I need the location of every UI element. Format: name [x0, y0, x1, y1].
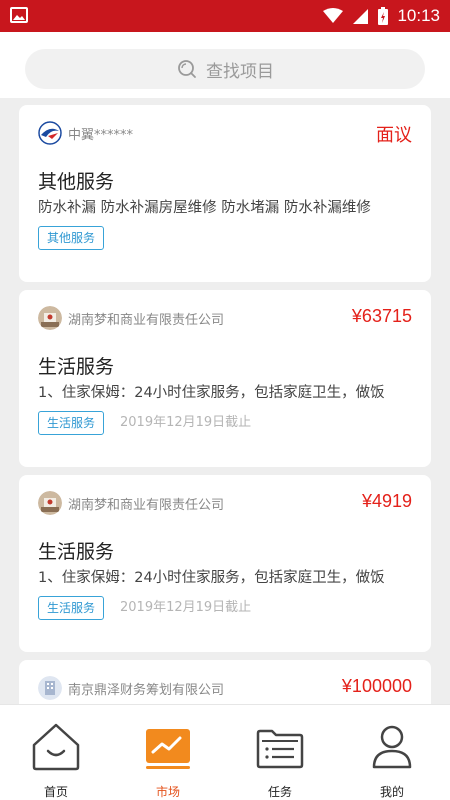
project-description: 1、住家保姆：24小时住家服务，包括家庭卫生，做饭: [38, 570, 385, 586]
project-card[interactable]: 湖南梦和商业有限责任公司 ¥4919 生活服务 1、住家保姆：24小时住家服务，…: [19, 475, 431, 652]
tab-label: 市场: [155, 785, 180, 799]
price: 面议: [376, 125, 412, 145]
project-card[interactable]: 湖南梦和商业有限责任公司 ¥63715 生活服务 1、住家保姆：24小时住家服务…: [19, 290, 431, 467]
company-name: 中翼******: [68, 127, 134, 143]
company-logo-icon: [38, 121, 62, 145]
tab-home[interactable]: 首页: [0, 705, 112, 800]
home-icon: [32, 723, 80, 771]
tab-label: 任务: [267, 785, 292, 799]
company-avatar-icon: [38, 306, 62, 330]
search-bar-area: 查找项目: [0, 32, 450, 98]
profile-icon: [372, 725, 412, 769]
signal-icon: [353, 9, 369, 24]
category-tag: 其他服务: [38, 226, 105, 250]
company-name: 南京鼎泽财务筹划有限公司: [68, 682, 225, 698]
project-card[interactable]: 中翼****** 面议 其他服务 防水补漏 防水补漏房屋维修 防水堵漏 防水补漏…: [19, 105, 431, 282]
search-input[interactable]: 查找项目: [25, 49, 425, 89]
market-chart-icon: [146, 729, 190, 769]
project-title: 生活服务: [38, 541, 115, 563]
category-tag: 生活服务: [38, 596, 105, 620]
company-name: 湖南梦和商业有限责任公司: [68, 312, 225, 328]
project-title: 其他服务: [38, 171, 115, 193]
search-icon: [178, 60, 196, 78]
search-placeholder: 查找项目: [206, 61, 274, 82]
tab-mine[interactable]: 我的: [336, 705, 448, 800]
price: ¥100000: [341, 676, 412, 696]
tab-market[interactable]: 市场: [112, 705, 224, 800]
battery-icon: [378, 7, 389, 25]
project-description: 防水补漏 防水补漏房屋维修 防水堵漏 防水补漏维修: [38, 200, 371, 216]
task-folder-icon: [256, 729, 304, 769]
clock: 10:13: [397, 6, 440, 25]
bottom-tab-bar: 首页 市场 任务 我的: [0, 704, 450, 800]
gallery-notification-icon: [10, 7, 28, 23]
status-bar: 10:13: [0, 0, 450, 32]
deadline: 2019年12月19日截止: [120, 600, 252, 615]
project-title: 生活服务: [38, 356, 115, 378]
project-description: 1、住家保姆：24小时住家服务，包括家庭卫生，做饭: [38, 385, 385, 401]
price: ¥63715: [351, 306, 412, 326]
tab-label: 我的: [379, 785, 404, 799]
deadline: 2019年12月19日截止: [120, 415, 252, 430]
price: ¥4919: [361, 491, 412, 511]
wifi-icon: [323, 8, 344, 23]
company-avatar-icon: [38, 491, 62, 515]
company-name: 湖南梦和商业有限责任公司: [68, 497, 225, 513]
category-tag: 生活服务: [38, 411, 105, 435]
company-building-icon: [38, 676, 62, 700]
tab-label: 首页: [43, 785, 68, 799]
tab-tasks[interactable]: 任务: [224, 705, 336, 800]
